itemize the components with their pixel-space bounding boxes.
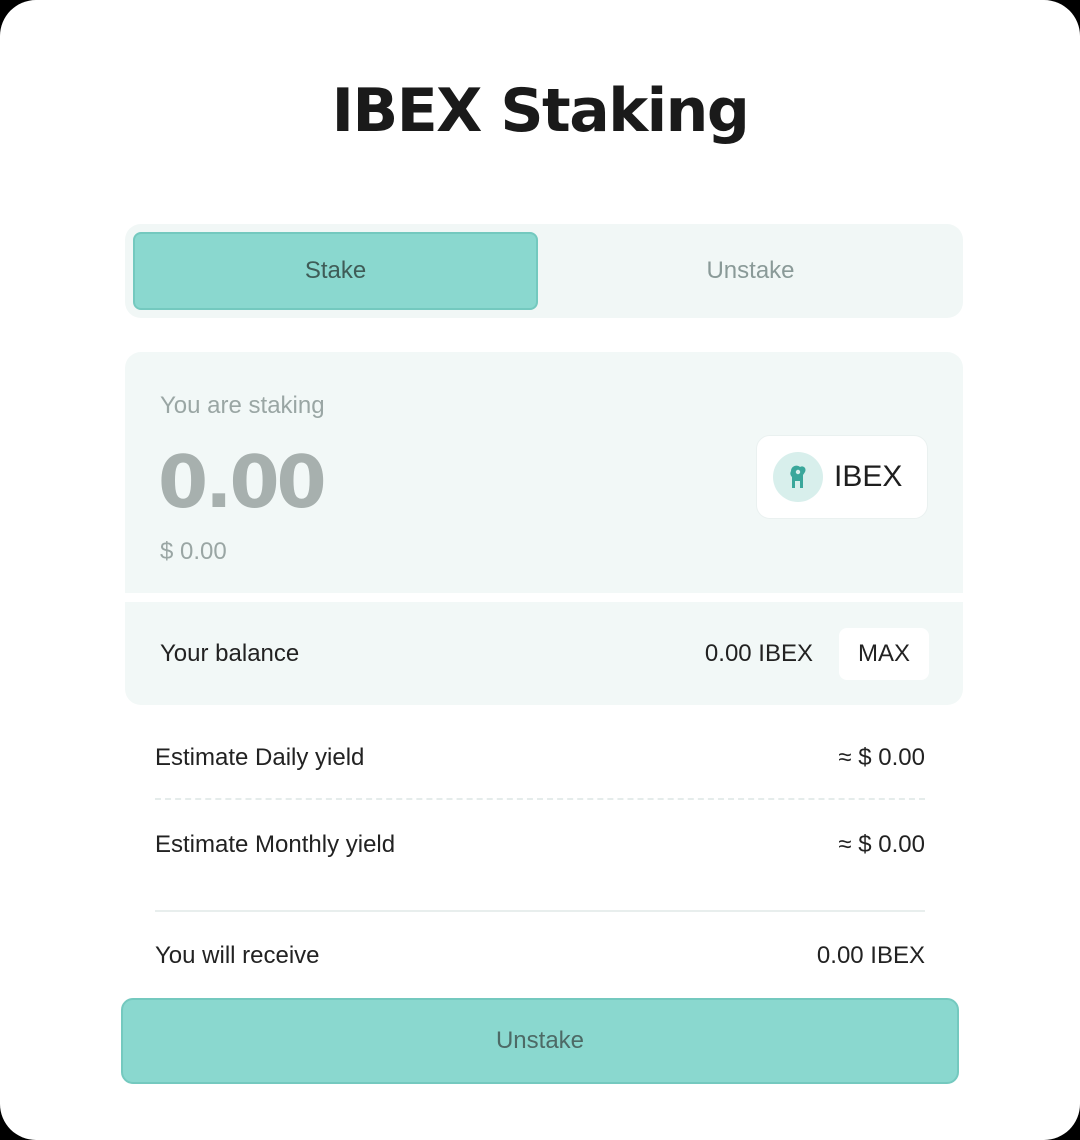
- stake-tabs: Stake Unstake: [125, 224, 963, 318]
- unstake-button[interactable]: Unstake: [121, 998, 959, 1084]
- staking-card: IBEX Staking Stake Unstake You are staki…: [0, 0, 1080, 1140]
- daily-yield-row: Estimate Daily yield ≈ $ 0.00: [155, 744, 925, 772]
- page-title: IBEX Staking: [331, 76, 750, 146]
- ibex-goat-icon: [773, 452, 823, 502]
- max-button[interactable]: MAX: [839, 628, 929, 680]
- balance-label: Your balance: [160, 640, 300, 667]
- staking-input-panel: You are staking $ 0.00 IBEX: [125, 352, 963, 593]
- monthly-yield-label: Estimate Monthly yield: [155, 831, 396, 858]
- divider-dashed: [155, 798, 925, 800]
- stake-amount-input[interactable]: [158, 440, 578, 524]
- monthly-yield-row: Estimate Monthly yield ≈ $ 0.00: [155, 831, 925, 859]
- receive-label: You will receive: [155, 942, 320, 969]
- tab-unstake[interactable]: Unstake: [548, 232, 953, 310]
- monthly-yield-value: ≈ $ 0.00: [838, 831, 925, 858]
- daily-yield-value: ≈ $ 0.00: [838, 744, 925, 771]
- usd-value: $ 0.00: [160, 538, 227, 565]
- balance-panel: Your balance 0.00 IBEX MAX: [125, 602, 963, 705]
- tab-stake[interactable]: Stake: [133, 232, 538, 310]
- staking-label: You are staking: [160, 392, 325, 419]
- divider: [155, 910, 925, 912]
- receive-value: 0.00 IBEX: [816, 942, 925, 969]
- receive-row: You will receive 0.00 IBEX: [155, 942, 925, 970]
- token-name: IBEX: [834, 460, 903, 493]
- balance-value: 0.00 IBEX: [704, 640, 813, 667]
- daily-yield-label: Estimate Daily yield: [155, 744, 365, 771]
- token-selector[interactable]: IBEX: [756, 435, 928, 519]
